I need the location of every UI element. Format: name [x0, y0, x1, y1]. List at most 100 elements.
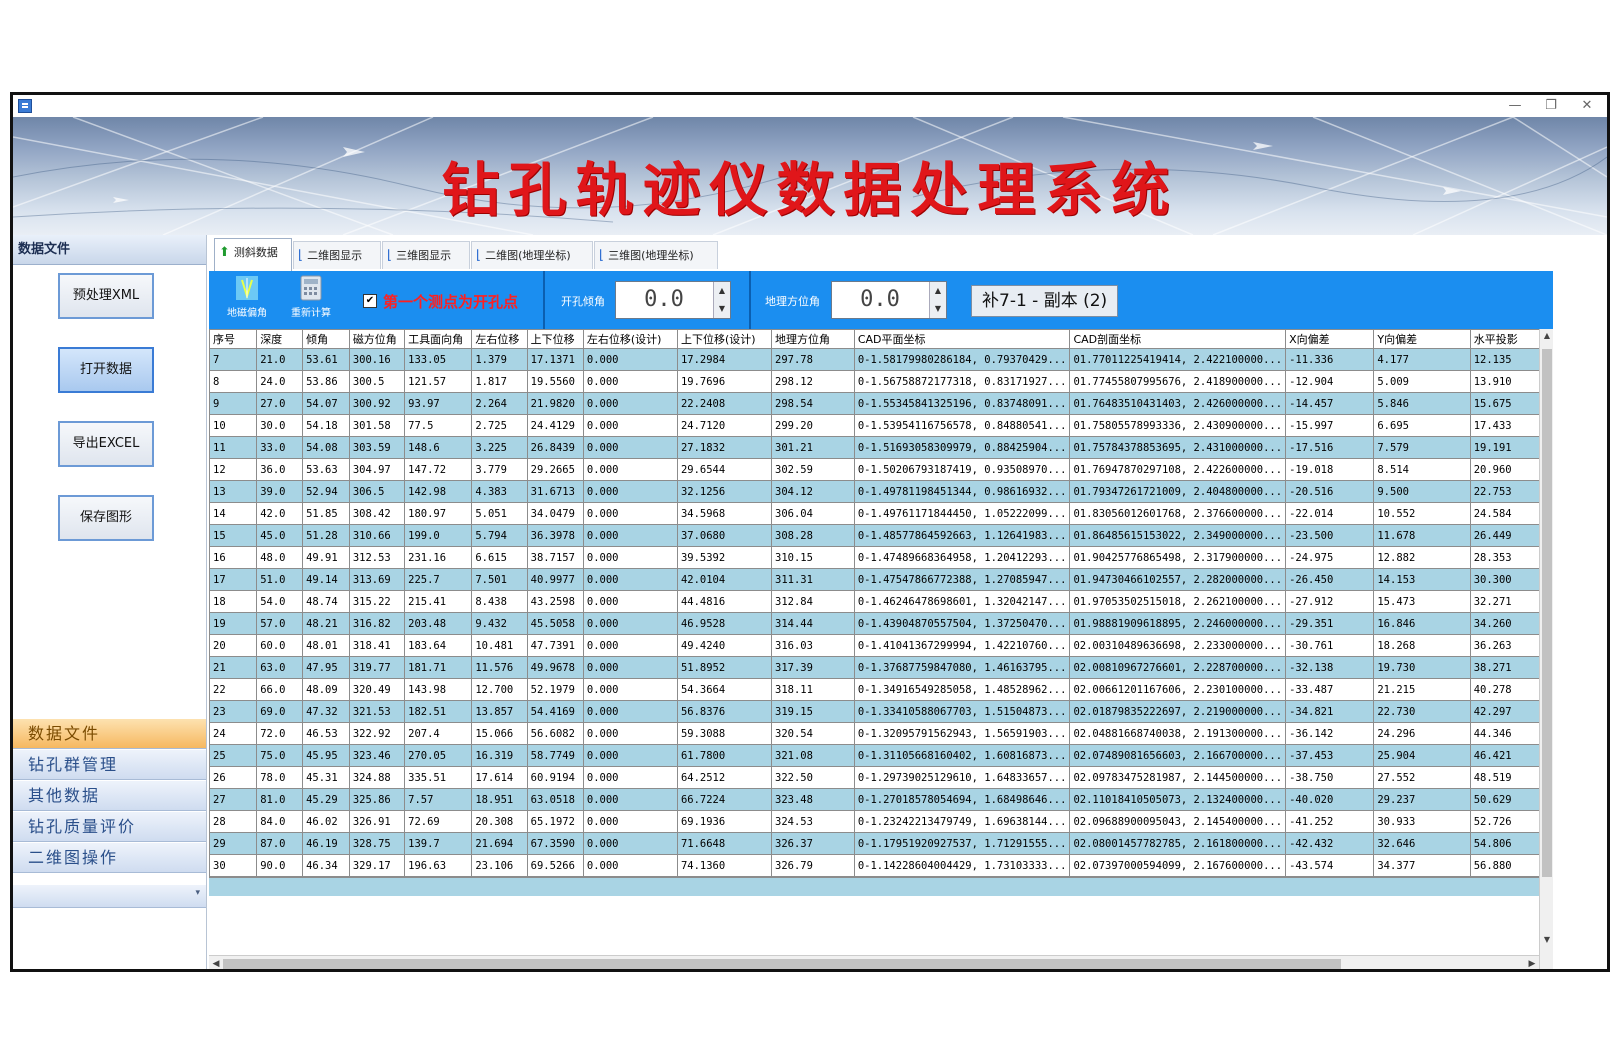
table-cell[interactable]: 318.41 [348, 634, 406, 657]
table-cell[interactable]: -40.020 [1285, 788, 1375, 811]
table-cell[interactable]: 335.51 [404, 766, 473, 789]
spin-down-icon[interactable]: ▼ [929, 300, 946, 318]
table-cell[interactable]: 311.31 [771, 568, 855, 591]
table-cell[interactable]: 46.53 [302, 722, 350, 745]
table-cell[interactable]: 54.07 [302, 392, 350, 415]
table-cell[interactable]: 303.59 [348, 436, 406, 459]
table-cell[interactable]: 46.9528 [676, 612, 773, 635]
magnetic-declination-button[interactable]: 地磁偏角 [217, 274, 277, 326]
chevron-down-icon[interactable]: ▾ [195, 888, 200, 898]
table-cell[interactable]: 0.000 [582, 524, 678, 547]
table-cell[interactable]: 21.9820 [526, 392, 584, 415]
table-cell[interactable]: 7.579 [1373, 436, 1471, 459]
table-cell[interactable]: 10 [209, 414, 258, 437]
table-cell[interactable]: 0.000 [582, 458, 678, 481]
table-cell[interactable]: 142.98 [404, 480, 473, 503]
table-cell[interactable]: 20.308 [471, 810, 528, 833]
table-row[interactable]: 19 57.0 48.21 316.82 203.48 9.432 45.5058 0.000… [209, 612, 1553, 635]
table-cell[interactable]: 45.0 [256, 524, 304, 547]
table-cell[interactable]: 298.12 [771, 370, 855, 393]
table-cell[interactable]: 52.94 [302, 480, 350, 503]
table-cell[interactable]: 13.857 [471, 700, 528, 723]
table-cell[interactable]: 298.54 [771, 392, 855, 415]
table-cell[interactable]: 314.44 [771, 612, 855, 635]
table-cell[interactable]: 302.59 [771, 458, 855, 481]
table-cell[interactable]: -43.574 [1285, 854, 1375, 877]
table-cell[interactable]: 183.64 [404, 634, 473, 657]
table-cell[interactable]: 318.11 [771, 678, 855, 701]
table-cell[interactable]: 31.6713 [526, 480, 584, 503]
table-cell[interactable]: 22 [209, 678, 258, 701]
table-cell[interactable]: 02.00810967276601, 2.228700000... [1069, 656, 1287, 679]
tab-3d-geo[interactable]: ⌊ 三维图(地理坐标) [594, 241, 718, 269]
table-cell[interactable]: 0.000 [582, 854, 678, 877]
table-cell[interactable]: 16 [209, 546, 258, 569]
hole-angle-stepper[interactable]: 0.0 ▲ ▼ [615, 281, 731, 319]
table-cell[interactable]: 02.07397000594099, 2.167600000... [1069, 854, 1287, 877]
table-cell[interactable]: 24.4129 [526, 414, 584, 437]
table-cell[interactable]: 57.0 [256, 612, 304, 635]
table-cell[interactable]: 12.700 [471, 678, 528, 701]
column-header[interactable]: 上下位移(设计) [676, 329, 773, 349]
table-cell[interactable]: 5.009 [1373, 370, 1471, 393]
table-cell[interactable]: 30.933 [1373, 810, 1471, 833]
table-cell[interactable]: 16.319 [471, 744, 528, 767]
table-cell[interactable]: 24.0 [256, 370, 304, 393]
table-cell[interactable]: 49.9678 [526, 656, 584, 679]
table-cell[interactable]: 0-1.27018578054694, 1.68498646... [853, 788, 1071, 811]
table-cell[interactable]: 17.2984 [676, 348, 773, 371]
table-cell[interactable]: 21.215 [1373, 678, 1471, 701]
table-cell[interactable]: 49.14 [302, 568, 350, 591]
nav-overflow-bar[interactable]: ▾ [13, 885, 206, 908]
table-cell[interactable]: 77.5 [404, 414, 473, 437]
table-cell[interactable]: 54.4169 [526, 700, 584, 723]
table-cell[interactable]: 78.0 [256, 766, 304, 789]
table-cell[interactable]: -11.336 [1285, 348, 1375, 371]
table-cell[interactable]: -34.821 [1285, 700, 1375, 723]
table-cell[interactable]: 24 [209, 722, 258, 745]
table-cell[interactable]: 02.00661201167606, 2.230100000... [1069, 678, 1287, 701]
table-cell[interactable]: 01.79347261721009, 2.404800000... [1069, 480, 1287, 503]
table-cell[interactable]: 14 [209, 502, 258, 525]
table-cell[interactable]: -38.750 [1285, 766, 1375, 789]
table-row[interactable]: 13 39.0 52.94 306.5 142.98 4.383 31.6713 0.000 3… [209, 480, 1553, 503]
table-cell[interactable]: 27.1832 [676, 436, 773, 459]
table-cell[interactable]: 39.0 [256, 480, 304, 503]
table-cell[interactable]: 329.17 [348, 854, 406, 877]
column-header[interactable]: 倾角 [302, 329, 350, 349]
table-cell[interactable]: 21.0 [256, 348, 304, 371]
spin-up-icon[interactable]: ▲ [713, 282, 730, 300]
table-cell[interactable]: 312.84 [771, 590, 855, 613]
table-cell[interactable]: 02.00310489636698, 2.233000000... [1069, 634, 1287, 657]
table-cell[interactable]: 17.1371 [526, 348, 584, 371]
table-cell[interactable]: 5.794 [471, 524, 528, 547]
table-cell[interactable]: 69.1936 [676, 810, 773, 833]
column-header[interactable]: 左右位移 [471, 329, 528, 349]
table-row[interactable]: 30 90.0 46.34 329.17 196.63 23.106 69.5266 0.00… [209, 854, 1553, 877]
table-row[interactable]: 26 78.0 45.31 324.88 335.51 17.614 60.9194 0.00… [209, 766, 1553, 789]
table-cell[interactable]: -37.453 [1285, 744, 1375, 767]
table-cell[interactable]: 27 [209, 788, 258, 811]
table-cell[interactable]: 322.50 [771, 766, 855, 789]
table-cell[interactable]: 01.97053502515018, 2.262100000... [1069, 590, 1287, 613]
table-cell[interactable]: -15.997 [1285, 414, 1375, 437]
table-cell[interactable]: 81.0 [256, 788, 304, 811]
table-cell[interactable]: 306.04 [771, 502, 855, 525]
table-cell[interactable]: -14.457 [1285, 392, 1375, 415]
table-cell[interactable]: 16.846 [1373, 612, 1471, 635]
table-cell[interactable]: 63.0 [256, 656, 304, 679]
nav-item-quality-eval[interactable]: 钻孔质量评价 [13, 812, 206, 842]
table-cell[interactable]: 66.7224 [676, 788, 773, 811]
table-cell[interactable]: 323.46 [348, 744, 406, 767]
table-cell[interactable]: 19.7696 [676, 370, 773, 393]
table-cell[interactable]: 01.76947870297108, 2.422600000... [1069, 458, 1287, 481]
table-cell[interactable]: 14.153 [1373, 568, 1471, 591]
table-cell[interactable]: 15.473 [1373, 590, 1471, 613]
column-header[interactable]: Y向偏差 [1373, 329, 1471, 349]
table-cell[interactable]: 02.09783475281987, 2.144500000... [1069, 766, 1287, 789]
table-cell[interactable]: 0.000 [582, 546, 678, 569]
table-cell[interactable]: 43.2598 [526, 590, 584, 613]
table-row[interactable]: 15 45.0 51.28 310.66 199.0 5.794 36.3978 0.000 3… [209, 524, 1553, 547]
table-cell[interactable]: 297.78 [771, 348, 855, 371]
table-cell[interactable]: 0-1.49761171844450, 1.05222099... [853, 502, 1071, 525]
